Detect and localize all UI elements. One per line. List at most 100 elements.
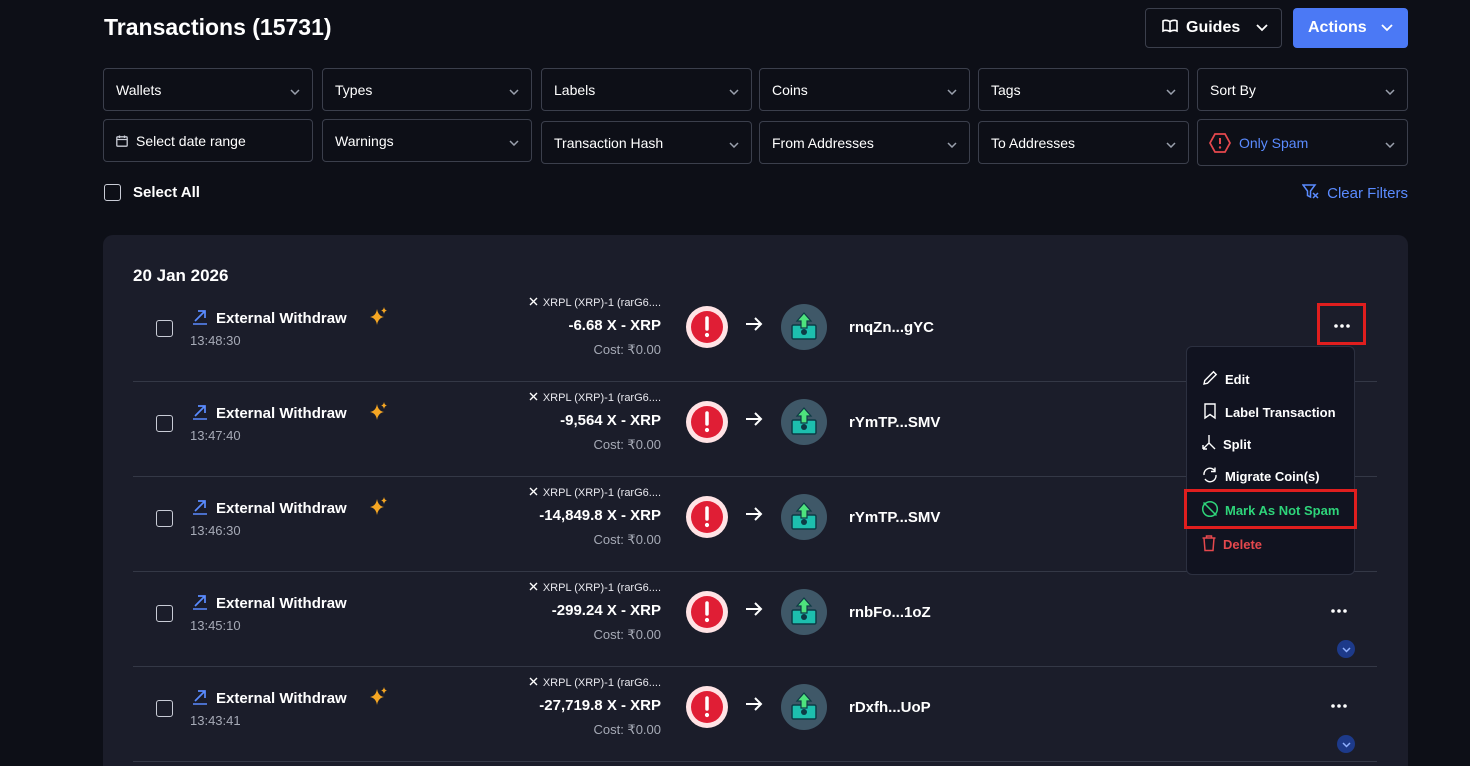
transaction-amount: -27,719.8 X - XRP [539, 697, 661, 714]
counterparty-address[interactable]: rnbFo...1oZ [849, 604, 931, 621]
xrp-icon [529, 582, 538, 594]
more-options-button-active[interactable] [1317, 303, 1366, 345]
wallets-filter[interactable]: Wallets [103, 68, 313, 111]
coin-name: XRPL (XRP)-1 (rarG6.... [529, 297, 661, 309]
select-all-label: Select All [133, 184, 200, 201]
sparkle-icon [369, 401, 389, 426]
clear-filters-label: Clear Filters [1327, 185, 1408, 202]
menu-item-label: Delete [1223, 537, 1263, 552]
spam-alert-icon [685, 685, 729, 729]
more-options-button[interactable] [1324, 689, 1354, 719]
arrow-right-icon [745, 316, 763, 337]
filter-label: Tags [991, 81, 1021, 98]
transaction-type-label: External Withdraw [216, 689, 347, 707]
coin-name: XRPL (XRP)-1 (rarG6.... [529, 677, 661, 689]
more-options-button[interactable] [1324, 594, 1354, 624]
coin-label: XRPL (XRP)-1 (rarG6.... [542, 392, 661, 404]
row-checkbox[interactable] [156, 415, 173, 432]
page-title: Transactions (15731) [104, 14, 332, 40]
more-horizontal-icon [1331, 600, 1347, 618]
menu-item-label-transaction[interactable]: Label Transaction [1201, 402, 1336, 423]
row-checkbox[interactable] [156, 510, 173, 527]
spam-alert-icon [685, 590, 729, 634]
transaction-row[interactable]: External Withdraw 13:45:10 XRPL (XRP)-1 (r… [133, 572, 1377, 667]
guides-button[interactable]: Guides [1145, 8, 1282, 48]
arrow-right-icon [745, 506, 763, 527]
withdraw-icon [781, 589, 827, 635]
chevron-down-icon [1256, 19, 1268, 37]
transaction-type-label: External Withdraw [216, 499, 347, 517]
transaction-amount: -14,849.8 X - XRP [539, 507, 661, 524]
expand-button[interactable] [1337, 640, 1355, 658]
more-horizontal-icon [1331, 695, 1347, 713]
expand-button[interactable] [1337, 735, 1355, 753]
arrow-up-right-icon [191, 592, 209, 614]
labels-filter[interactable]: Labels [541, 68, 752, 111]
transaction-cost: Cost: ₹0.00 [593, 437, 661, 452]
transaction-cost: Cost: ₹0.00 [593, 722, 661, 737]
counterparty-address[interactable]: rnqZn...gYC [849, 319, 934, 336]
coin-name: XRPL (XRP)-1 (rarG6.... [529, 487, 661, 499]
menu-item-migrate-coins[interactable]: Migrate Coin(s) [1201, 466, 1320, 487]
transaction-cost: Cost: ₹0.00 [593, 342, 661, 357]
arrow-right-icon [745, 411, 763, 432]
row-checkbox[interactable] [156, 700, 173, 717]
transaction-time: 13:47:40 [190, 428, 241, 443]
coins-filter[interactable]: Coins [759, 68, 970, 111]
tags-filter[interactable]: Tags [978, 68, 1189, 111]
only-spam-filter[interactable]: Only Spam [1197, 119, 1408, 166]
sort-by-filter[interactable]: Sort By [1197, 68, 1408, 111]
transaction-row[interactable]: External Withdraw 13:43:41 XRPL (XRP)-1 (r… [133, 667, 1377, 762]
pencil-icon [1201, 369, 1219, 390]
calendar-icon [116, 135, 128, 147]
xrp-icon [529, 297, 538, 309]
chevron-down-icon [1385, 135, 1395, 151]
coin-label: XRPL (XRP)-1 (rarG6.... [542, 582, 661, 594]
counterparty-address[interactable]: rYmTP...SMV [849, 509, 940, 526]
transaction-cost: Cost: ₹0.00 [593, 532, 661, 547]
coin-name: XRPL (XRP)-1 (rarG6.... [529, 392, 661, 404]
arrow-up-right-icon [191, 497, 209, 519]
menu-item-label: Label Transaction [1225, 405, 1336, 420]
transaction-type: External Withdraw [191, 687, 347, 709]
date-range-filter[interactable]: Select date range [103, 119, 313, 162]
warnings-filter[interactable]: Warnings [322, 119, 532, 162]
menu-item-edit[interactable]: Edit [1201, 369, 1250, 390]
filter-label: To Addresses [991, 134, 1076, 151]
menu-item-label: Edit [1225, 372, 1250, 387]
to-addresses-filter[interactable]: To Addresses [978, 121, 1189, 164]
actions-label: Actions [1308, 19, 1367, 36]
row-checkbox[interactable] [156, 605, 173, 622]
chevron-down-icon [1341, 640, 1351, 658]
select-all[interactable]: Select All [104, 184, 200, 201]
transaction-hash-filter[interactable]: Transaction Hash [541, 121, 752, 164]
spam-alert-icon [685, 305, 729, 349]
counterparty-address[interactable]: rYmTP...SMV [849, 414, 940, 431]
chevron-down-icon [1166, 82, 1176, 98]
chevron-down-icon [729, 82, 739, 98]
chevron-down-icon [729, 135, 739, 151]
transaction-amount: -299.24 X - XRP [551, 602, 661, 619]
arrow-up-right-icon [191, 307, 209, 329]
filter-label: Labels [554, 81, 596, 98]
more-horizontal-icon [1333, 315, 1350, 333]
chevron-down-icon [947, 135, 957, 151]
menu-item-split[interactable]: Split [1201, 434, 1251, 455]
row-actions-menu: Edit Label Transaction Split Migrate Coi… [1186, 346, 1355, 575]
split-icon [1201, 434, 1217, 455]
clear-filters-link[interactable]: Clear Filters [1301, 184, 1408, 203]
types-filter[interactable]: Types [322, 68, 532, 111]
chevron-down-icon [1166, 135, 1176, 151]
transaction-type: External Withdraw [191, 497, 347, 519]
transaction-amount: -9,564 X - XRP [560, 412, 661, 429]
sparkle-icon [369, 686, 389, 711]
select-all-checkbox[interactable] [104, 184, 121, 201]
spam-alert-icon [685, 495, 729, 539]
chevron-down-icon [1341, 735, 1351, 753]
row-checkbox[interactable] [156, 320, 173, 337]
menu-item-delete[interactable]: Delete [1201, 534, 1262, 555]
from-addresses-filter[interactable]: From Addresses [759, 121, 970, 164]
filter-label: Wallets [116, 81, 162, 98]
counterparty-address[interactable]: rDxfh...UoP [849, 699, 931, 716]
actions-button[interactable]: Actions [1293, 8, 1408, 48]
